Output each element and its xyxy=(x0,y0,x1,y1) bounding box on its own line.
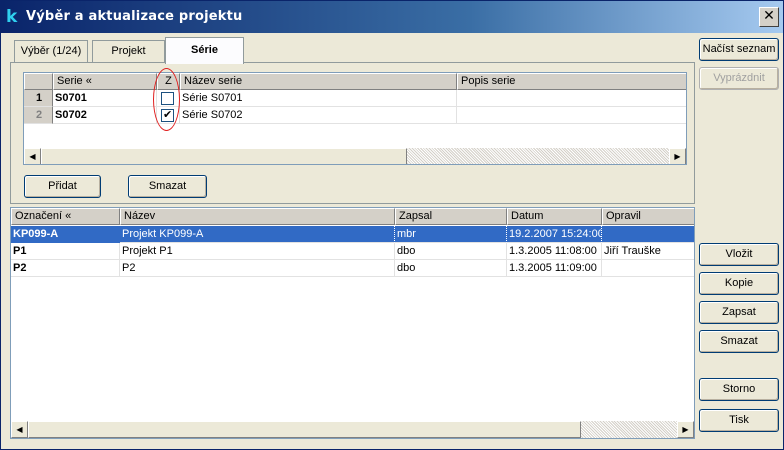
insert-button[interactable]: Vložit xyxy=(699,243,779,266)
table-row-datum[interactable]: 19.2.2007 15:24:00 xyxy=(507,226,602,243)
row-number[interactable]: 2 xyxy=(24,107,53,124)
table-row-nazev[interactable]: P2 xyxy=(120,260,395,277)
column-header-opravil[interactable]: Opravil xyxy=(602,208,694,225)
window-title: Výběr a aktualizace projektu xyxy=(26,9,243,24)
table-row-zapsal[interactable]: dbo xyxy=(395,260,507,277)
clear-button[interactable]: Vyprázdnit xyxy=(699,67,779,90)
scroll-right-icon[interactable]: ▶ xyxy=(677,421,694,438)
table-row-nazev[interactable]: Projekt P1 xyxy=(120,243,395,260)
series-grid: Serie « Z Název serie Popis serie 1 S070… xyxy=(23,72,687,165)
nazev-serie-cell[interactable]: Série S0701 xyxy=(180,90,457,107)
serie-cell[interactable]: S0701 xyxy=(53,90,157,107)
tab-vyber[interactable]: Výběr (1/24) xyxy=(14,40,88,63)
title-bar[interactable]: k Výběr a aktualizace projektu ✕ xyxy=(1,1,783,33)
column-header-popis-serie[interactable]: Popis serie xyxy=(457,73,686,90)
table-row-opravil[interactable] xyxy=(602,260,694,277)
table-row-oznaceni[interactable]: P2 xyxy=(11,260,120,277)
popis-serie-cell[interactable] xyxy=(457,107,686,124)
popis-serie-cell[interactable] xyxy=(457,90,686,107)
scroll-right-icon[interactable]: ▶ xyxy=(669,148,686,164)
column-header-datum[interactable]: Datum xyxy=(507,208,602,225)
projects-horizontal-scrollbar[interactable]: ◀ ▶ xyxy=(11,421,694,438)
column-header-serie[interactable]: Serie « xyxy=(53,73,157,90)
row-number-header xyxy=(24,73,53,90)
tab-projekt[interactable]: Projekt xyxy=(92,40,165,63)
scroll-left-icon[interactable]: ◀ xyxy=(11,421,28,438)
highlight-annotation xyxy=(153,68,180,131)
copy-button[interactable]: Kopie xyxy=(699,272,779,295)
scroll-left-icon[interactable]: ◀ xyxy=(24,148,41,164)
app-icon: k xyxy=(6,7,18,27)
scroll-track[interactable] xyxy=(581,421,677,438)
delete-project-button[interactable]: Smazat xyxy=(699,330,779,353)
print-button[interactable]: Tisk xyxy=(699,409,779,432)
column-header-zapsal[interactable]: Zapsal xyxy=(395,208,507,225)
add-series-button[interactable]: Přidat xyxy=(24,175,101,198)
column-header-oznaceni[interactable]: Označení « xyxy=(11,208,120,225)
table-row-opravil[interactable] xyxy=(602,226,694,243)
write-button[interactable]: Zapsat xyxy=(699,301,779,324)
load-list-button[interactable]: Načíst seznam xyxy=(699,38,779,61)
delete-series-button[interactable]: Smazat xyxy=(128,175,207,198)
row-number[interactable]: 1 xyxy=(24,90,53,107)
scroll-track[interactable] xyxy=(407,148,669,164)
table-row-oznaceni[interactable]: KP099-A xyxy=(11,226,120,243)
series-horizontal-scrollbar[interactable]: ◀ ▶ xyxy=(24,148,686,164)
serie-cell[interactable]: S0702 xyxy=(53,107,157,124)
table-row-opravil[interactable]: Jiří Trauške xyxy=(602,243,694,260)
table-row-nazev[interactable]: Projekt KP099-A xyxy=(120,226,395,243)
tab-serie[interactable]: Série xyxy=(165,37,244,64)
cancel-button[interactable]: Storno xyxy=(699,378,779,401)
table-row-zapsal[interactable]: dbo xyxy=(395,243,507,260)
nazev-serie-cell[interactable]: Série S0702 xyxy=(180,107,457,124)
projects-grid: Označení « Název Zapsal Datum Opravil KP… xyxy=(10,207,695,439)
table-row-datum[interactable]: 1.3.2005 11:08:00 xyxy=(507,243,602,260)
scroll-thumb[interactable] xyxy=(28,421,581,438)
scroll-thumb[interactable] xyxy=(41,148,407,164)
table-row-datum[interactable]: 1.3.2005 11:09:00 xyxy=(507,260,602,277)
main-window: k Výběr a aktualizace projektu ✕ Výběr (… xyxy=(0,0,784,450)
table-row-oznaceni[interactable]: P1 xyxy=(11,243,120,260)
table-row-zapsal[interactable]: mbr xyxy=(395,226,507,243)
column-header-nazev[interactable]: Název xyxy=(120,208,395,225)
close-icon[interactable]: ✕ xyxy=(759,7,779,27)
series-tab-panel: Serie « Z Název serie Popis serie 1 S070… xyxy=(10,62,695,204)
column-header-nazev-serie[interactable]: Název serie xyxy=(180,73,457,90)
